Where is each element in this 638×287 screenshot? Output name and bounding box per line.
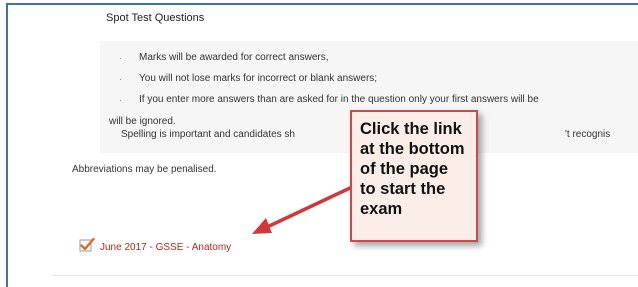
- arrow-icon: [252, 186, 352, 234]
- callout-text: Click the link at the bottom of the page…: [360, 120, 465, 218]
- callout-box: Click the link at the bottom of the page…: [350, 110, 478, 242]
